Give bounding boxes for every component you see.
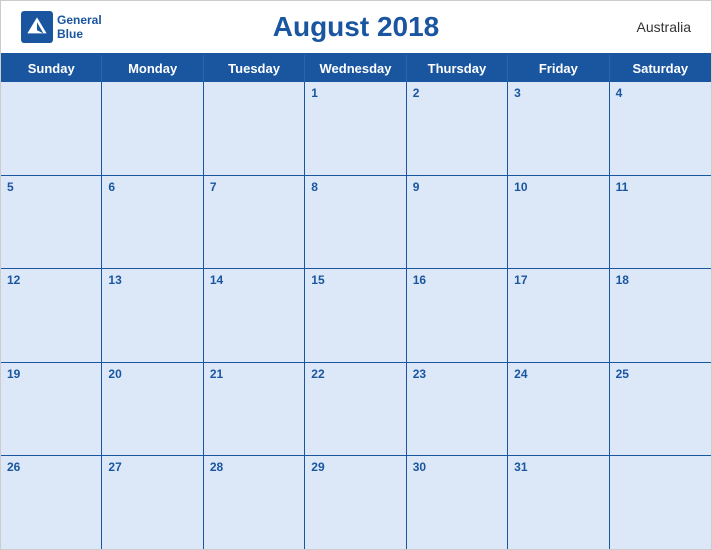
- day-cell: 29: [305, 456, 406, 549]
- day-cell: 2: [407, 82, 508, 175]
- week-row: 5 6 7 8 9 10 11: [1, 176, 711, 270]
- day-cell: [204, 82, 305, 175]
- day-cell: 14: [204, 269, 305, 362]
- calendar-grid: Sunday Monday Tuesday Wednesday Thursday…: [1, 53, 711, 549]
- day-cell: [102, 82, 203, 175]
- day-cell: 6: [102, 176, 203, 269]
- day-cell: 23: [407, 363, 508, 456]
- week-row: 19 20 21 22 23 24 25: [1, 363, 711, 457]
- day-cell: 28: [204, 456, 305, 549]
- country-label: Australia: [637, 19, 691, 35]
- day-header-friday: Friday: [508, 55, 609, 82]
- day-cell: 7: [204, 176, 305, 269]
- day-cell: 13: [102, 269, 203, 362]
- day-cell: 12: [1, 269, 102, 362]
- calendar-header: General Blue August 2018 Australia: [1, 1, 711, 53]
- day-cell: 5: [1, 176, 102, 269]
- day-cell: 9: [407, 176, 508, 269]
- day-cell: [610, 456, 711, 549]
- day-header-tuesday: Tuesday: [204, 55, 305, 82]
- day-cell: 17: [508, 269, 609, 362]
- day-cell: 20: [102, 363, 203, 456]
- day-cell: 3: [508, 82, 609, 175]
- day-cell: 19: [1, 363, 102, 456]
- day-cell: 21: [204, 363, 305, 456]
- day-header-monday: Monday: [102, 55, 203, 82]
- day-cell: [1, 82, 102, 175]
- day-cell: 8: [305, 176, 406, 269]
- logo-text: General Blue: [57, 13, 102, 42]
- day-cell: 30: [407, 456, 508, 549]
- day-cell: 1: [305, 82, 406, 175]
- calendar-weeks: 1 2 3 4 5 6 7 8 9 10 11 12 13 14 15 16: [1, 82, 711, 549]
- logo: General Blue: [21, 11, 102, 43]
- day-cell: 18: [610, 269, 711, 362]
- day-header-saturday: Saturday: [610, 55, 711, 82]
- day-cell: 16: [407, 269, 508, 362]
- day-cell: 4: [610, 82, 711, 175]
- week-row: 12 13 14 15 16 17 18: [1, 269, 711, 363]
- day-cell: 27: [102, 456, 203, 549]
- day-header-sunday: Sunday: [1, 55, 102, 82]
- day-cell: 31: [508, 456, 609, 549]
- day-cell: 24: [508, 363, 609, 456]
- day-cell: 26: [1, 456, 102, 549]
- calendar-title: August 2018: [273, 11, 440, 43]
- week-row: 1 2 3 4: [1, 82, 711, 176]
- days-header: Sunday Monday Tuesday Wednesday Thursday…: [1, 55, 711, 82]
- day-header-wednesday: Wednesday: [305, 55, 406, 82]
- day-cell: 15: [305, 269, 406, 362]
- day-header-thursday: Thursday: [407, 55, 508, 82]
- day-cell: 10: [508, 176, 609, 269]
- day-cell: 25: [610, 363, 711, 456]
- calendar-container: General Blue August 2018 Australia Sunda…: [0, 0, 712, 550]
- day-cell: 22: [305, 363, 406, 456]
- day-cell: 11: [610, 176, 711, 269]
- week-row: 26 27 28 29 30 31: [1, 456, 711, 549]
